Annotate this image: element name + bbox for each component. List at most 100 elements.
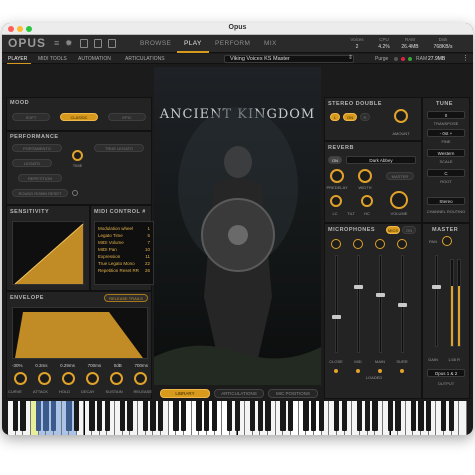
mic-positions-tab[interactable]: MIC POSITIONS [268, 389, 318, 398]
legato-button[interactable]: LEGATO [12, 159, 52, 167]
gear-icon[interactable]: ✹ [65, 38, 73, 49]
black-key[interactable] [288, 401, 294, 431]
black-key[interactable] [418, 401, 424, 431]
close-pan-knob[interactable] [331, 239, 341, 249]
black-key[interactable] [234, 401, 240, 431]
black-key[interactable] [43, 401, 49, 431]
main-loaded-led-icon[interactable] [378, 369, 382, 373]
sustain-knob[interactable] [110, 372, 123, 385]
close-loaded-led-icon[interactable] [334, 369, 338, 373]
black-key[interactable] [127, 401, 133, 431]
curve-knob[interactable] [14, 372, 27, 385]
time-knob[interactable] [72, 150, 83, 161]
black-key[interactable] [356, 401, 363, 431]
articulations-tab[interactable]: ARTICULATIONS [214, 389, 264, 398]
mid-fader-thumb[interactable] [354, 285, 363, 289]
black-key[interactable] [448, 401, 455, 431]
surr-pan-knob[interactable] [397, 239, 407, 249]
channel-routing-select[interactable]: Stereo [427, 197, 465, 205]
reverb-volume-knob[interactable] [390, 191, 408, 209]
transpose-field[interactable]: - 0st + [427, 129, 465, 137]
stereo-amount-knob[interactable] [394, 109, 408, 123]
lc-knob[interactable] [330, 195, 342, 207]
stereo-on-button[interactable]: ON [343, 113, 357, 121]
black-key[interactable] [334, 401, 340, 431]
portamento-button[interactable]: PORTAMENTO [12, 144, 62, 152]
main-fader-thumb[interactable] [376, 293, 385, 297]
midi-row[interactable]: Expression 11 [98, 253, 150, 260]
black-key[interactable] [35, 401, 42, 431]
midi-row[interactable]: True Legato Mono 22 [98, 260, 150, 267]
nav-mix[interactable]: MIX [264, 40, 277, 47]
mics-on-button[interactable]: ON [402, 226, 416, 234]
preset-selector[interactable]: Viking Voices KS Master [224, 55, 354, 63]
release-trails-button[interactable]: RELEASE TRAILS [104, 294, 148, 302]
black-key[interactable] [265, 401, 271, 431]
black-key[interactable] [303, 401, 309, 431]
black-key[interactable] [89, 401, 95, 431]
scale-select[interactable]: Western [427, 149, 465, 157]
mid-pan-knob[interactable] [353, 239, 363, 249]
mood-soft-button[interactable]: SOFT [12, 113, 50, 121]
purge-label[interactable]: Purge [375, 56, 388, 62]
attack-knob[interactable] [38, 372, 51, 385]
mid-fader-track[interactable] [357, 255, 360, 353]
reverb-preset-select[interactable]: Dark Abbey [346, 156, 416, 164]
black-key[interactable] [395, 401, 401, 431]
black-key[interactable] [104, 401, 110, 431]
round-robin-led-icon[interactable] [72, 190, 78, 196]
nav-perform[interactable]: PERFORM [215, 40, 250, 47]
output-select[interactable]: Opus 1 & 2 [427, 369, 465, 377]
black-key[interactable] [318, 401, 325, 431]
black-key[interactable] [96, 401, 103, 431]
repetition-button[interactable]: REPETITION [18, 174, 62, 182]
master-fader-thumb[interactable] [432, 285, 441, 289]
round-robin-reset-button[interactable]: ROUND ROBIN RESET [12, 189, 68, 197]
black-key[interactable] [211, 401, 217, 431]
black-key[interactable] [158, 401, 164, 431]
midi-row[interactable]: Modulation wheel 1 [98, 225, 150, 232]
width-knob[interactable] [358, 169, 372, 183]
black-key[interactable] [142, 401, 149, 431]
tab-articulations[interactable]: ARTICULATIONS [125, 56, 165, 62]
black-key[interactable] [441, 401, 447, 431]
mid-loaded-led-icon[interactable] [356, 369, 360, 373]
nav-play[interactable]: PLAY [184, 40, 202, 47]
black-key[interactable] [50, 401, 57, 431]
more-icon[interactable]: ⋮ [462, 54, 469, 62]
black-key[interactable] [249, 401, 256, 431]
root-select[interactable]: C [427, 169, 465, 177]
release-knob[interactable] [134, 372, 147, 385]
black-key[interactable] [311, 401, 317, 431]
true-legato-button[interactable]: TRUE LEGATO [94, 144, 144, 152]
black-key[interactable] [387, 401, 393, 431]
close-fader-track[interactable] [335, 255, 338, 353]
stereo-r-button[interactable]: R [360, 113, 370, 121]
mics-button[interactable]: MICS [386, 226, 400, 234]
predelay-knob[interactable] [330, 169, 344, 183]
black-key[interactable] [341, 401, 348, 431]
close-fader-thumb[interactable] [332, 315, 341, 319]
reverb-master-button[interactable]: MASTER [386, 172, 414, 180]
black-key[interactable] [257, 401, 263, 431]
hc-knob[interactable] [361, 195, 373, 207]
library-tab[interactable]: LIBRARY [160, 389, 210, 398]
main-fader-track[interactable] [379, 255, 382, 353]
reverb-on-button[interactable]: ON [328, 156, 342, 164]
mood-classic-button[interactable]: CLASSIC [60, 113, 98, 121]
white-key[interactable] [459, 401, 467, 435]
black-key[interactable] [150, 401, 156, 431]
window-layout-icon[interactable] [108, 39, 116, 48]
tab-player[interactable]: PLAYER [8, 56, 27, 62]
black-key[interactable] [196, 401, 202, 431]
black-key[interactable] [280, 401, 286, 431]
black-key[interactable] [119, 401, 126, 431]
mixer-icon[interactable] [80, 39, 88, 48]
master-pan-knob[interactable] [442, 236, 452, 246]
black-key[interactable] [20, 401, 26, 431]
tune-value-field[interactable]: 0 [427, 111, 465, 119]
midi-row[interactable]: Legato Time 5 [98, 232, 150, 239]
decay-knob[interactable] [86, 372, 99, 385]
midi-row[interactable]: Repetition Reset RR 26 [98, 267, 150, 274]
tab-automation[interactable]: AUTOMATION [78, 56, 111, 62]
